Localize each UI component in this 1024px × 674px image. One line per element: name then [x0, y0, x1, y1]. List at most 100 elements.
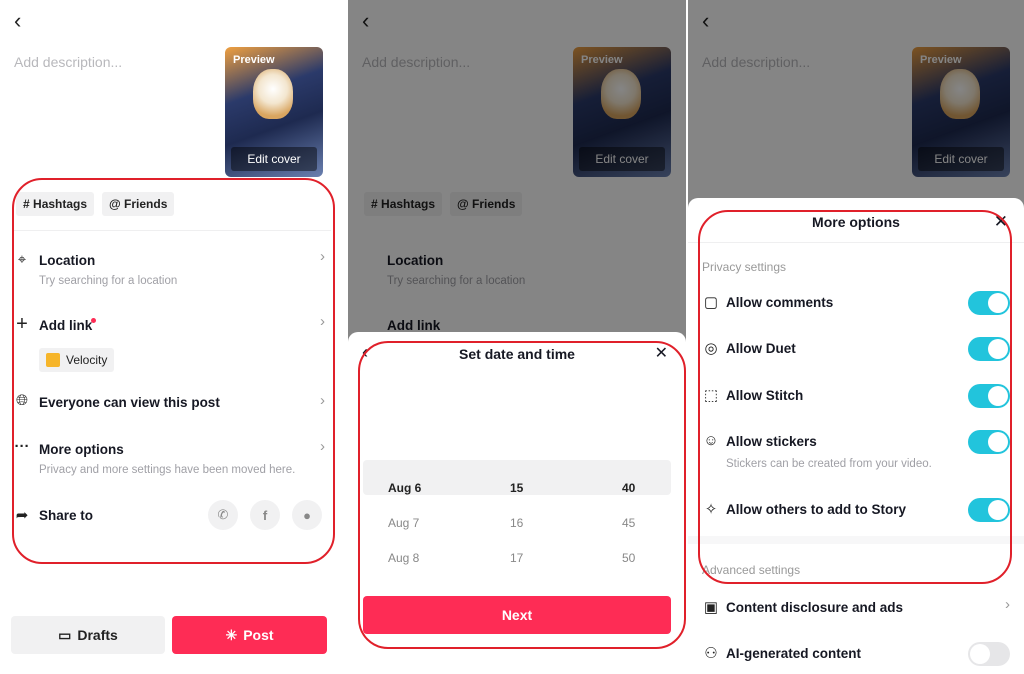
hash-icon: #: [23, 197, 30, 211]
chevron-right-icon: ›: [320, 392, 325, 409]
advanced-header: Advanced settings: [702, 563, 801, 577]
more-options-subtitle: Privacy and more settings have been move…: [39, 464, 296, 476]
facebook-icon[interactable]: f: [250, 500, 280, 530]
post-label: Post: [243, 627, 274, 643]
message-icon[interactable]: ●: [292, 500, 322, 530]
allow-stickers-row: ☺ Allow stickers Stickers can be created f…: [688, 430, 1024, 474]
new-dot: [91, 318, 96, 323]
toggle-label: Allow stickers: [726, 434, 817, 449]
chip-label: Hashtags: [33, 197, 88, 211]
video-thumbnail[interactable]: Preview Edit cover: [225, 47, 323, 177]
ellipsis-icon: ···: [14, 438, 30, 455]
robot-icon: ⚇: [704, 645, 718, 662]
ai-generated-row: ⚇ AI-generated content: [688, 642, 1024, 666]
hour-option[interactable]: 16: [510, 506, 523, 541]
visibility-title: Everyone can view this post: [39, 395, 220, 410]
sparkle-icon: ✳: [225, 626, 238, 643]
row-label: Content disclosure and ads: [726, 600, 904, 615]
minute-option[interactable]: 40: [622, 471, 635, 506]
date-wheel[interactable]: Aug 6 Aug 7 Aug 8: [388, 471, 421, 576]
schedule-screen: ‹ Add description... Preview Edit cover #…: [348, 0, 686, 674]
allow-stitch-toggle[interactable]: [968, 384, 1010, 408]
hashtags-chip[interactable]: # Hashtags: [16, 192, 95, 216]
share-to-row: ➦ Share to ✆ f ●: [0, 500, 345, 532]
allow-duet-toggle[interactable]: [968, 337, 1010, 361]
back-icon[interactable]: ‹: [14, 8, 21, 34]
allow-comments-toggle[interactable]: [968, 291, 1010, 315]
visibility-row[interactable]: 🌐︎ Everyone can view this post ›: [0, 392, 345, 416]
share-to-title: Share to: [39, 508, 94, 523]
friends-chip[interactable]: @ Friends: [102, 192, 175, 216]
minute-wheel[interactable]: 40 45 50: [622, 471, 635, 576]
sticker-icon: ☺: [703, 432, 719, 449]
whatsapp-icon[interactable]: ✆: [208, 500, 238, 530]
chevron-right-icon: ›: [320, 438, 325, 455]
post-button[interactable]: ✳ Post: [172, 616, 327, 654]
toggle-subtitle: Stickers can be created from your video.: [726, 458, 932, 470]
location-title: Location: [39, 253, 96, 268]
toggle-label: Allow Stitch: [726, 388, 804, 403]
allow-duet-row: ◎ Allow Duet: [688, 337, 1024, 361]
allow-story-row: ✧ Allow others to add to Story: [688, 498, 1024, 522]
share-arrow-icon: ➦: [15, 507, 29, 524]
hour-option[interactable]: 15: [510, 471, 523, 506]
duet-icon: ◎: [704, 340, 718, 357]
disclosure-icon: ▣: [703, 599, 719, 616]
toggle-label: Allow Duet: [726, 341, 796, 356]
minute-option[interactable]: 50: [622, 541, 635, 576]
chevron-right-icon: ›: [1005, 596, 1010, 613]
privacy-header: Privacy settings: [702, 260, 787, 274]
more-options-sheet: More options ✕ Privacy settings ▢ Allow c…: [688, 198, 1024, 674]
next-button[interactable]: Next: [363, 596, 671, 634]
chevron-right-icon: ›: [320, 248, 325, 265]
hour-option[interactable]: 17: [510, 541, 523, 576]
date-time-sheet: ‹ Set date and time ✕ Aug 6 Aug 7 Aug 8 15…: [348, 332, 686, 674]
minute-option[interactable]: 45: [622, 506, 635, 541]
section-divider: [688, 536, 1024, 544]
sparkle-icon: ✧: [704, 501, 718, 518]
date-option[interactable]: Aug 8: [388, 541, 421, 576]
at-icon: @: [109, 197, 121, 211]
velocity-tag[interactable]: Velocity: [39, 348, 115, 372]
drafts-label: Drafts: [77, 627, 118, 643]
close-icon[interactable]: ✕: [994, 212, 1008, 232]
next-label: Next: [501, 607, 533, 623]
allow-story-toggle[interactable]: [968, 498, 1010, 522]
comment-icon: ▢: [703, 294, 719, 311]
date-option[interactable]: Aug 7: [388, 506, 421, 541]
globe-icon: 🌐︎: [15, 392, 28, 409]
velocity-icon: [46, 353, 60, 367]
drafts-button[interactable]: ▭ Drafts: [11, 616, 165, 654]
date-option[interactable]: Aug 6: [388, 471, 421, 506]
ai-generated-toggle[interactable]: [968, 642, 1010, 666]
add-link-title: Add link: [39, 318, 93, 333]
tag-label: Velocity: [66, 353, 108, 367]
location-pin-icon: ⌖: [17, 251, 27, 268]
more-options-title: More options: [39, 442, 124, 457]
close-icon[interactable]: ✕: [655, 343, 668, 363]
compose-screen: ‹ Add description... Preview Edit cover …: [0, 0, 345, 674]
toggle-label: Allow comments: [726, 295, 834, 310]
preview-label: Preview: [233, 54, 275, 66]
allow-stitch-row: ⬚ Allow Stitch: [688, 384, 1024, 408]
allow-comments-row: ▢ Allow comments: [688, 291, 1024, 315]
toggle-label: AI-generated content: [726, 646, 862, 661]
more-options-screen: ‹ Add description... Preview Edit cover M…: [688, 0, 1024, 674]
hour-wheel[interactable]: 15 16 17: [510, 471, 523, 576]
location-row[interactable]: ⌖ Location Try searching for a location …: [0, 248, 345, 292]
add-link-row[interactable]: + Add link › Velocity: [0, 313, 345, 373]
chip-label: Friends: [124, 197, 168, 211]
edit-cover-button[interactable]: Edit cover: [231, 147, 317, 171]
location-subtitle: Try searching for a location: [39, 275, 178, 287]
plus-icon: +: [16, 313, 28, 335]
more-options-row[interactable]: ··· More options Privacy and more settin…: [0, 438, 345, 482]
toggle-label: Allow others to add to Story: [726, 502, 907, 517]
allow-stickers-toggle[interactable]: [968, 430, 1010, 454]
drafts-icon: ▭: [58, 626, 72, 643]
sheet-title: More options: [812, 214, 900, 230]
stitch-icon: ⬚: [703, 387, 719, 404]
description-input[interactable]: Add description...: [14, 54, 122, 70]
content-disclosure-row[interactable]: ▣ Content disclosure and ads ›: [688, 596, 1024, 620]
sheet-title: Set date and time: [459, 346, 575, 362]
chevron-right-icon: ›: [320, 313, 325, 330]
